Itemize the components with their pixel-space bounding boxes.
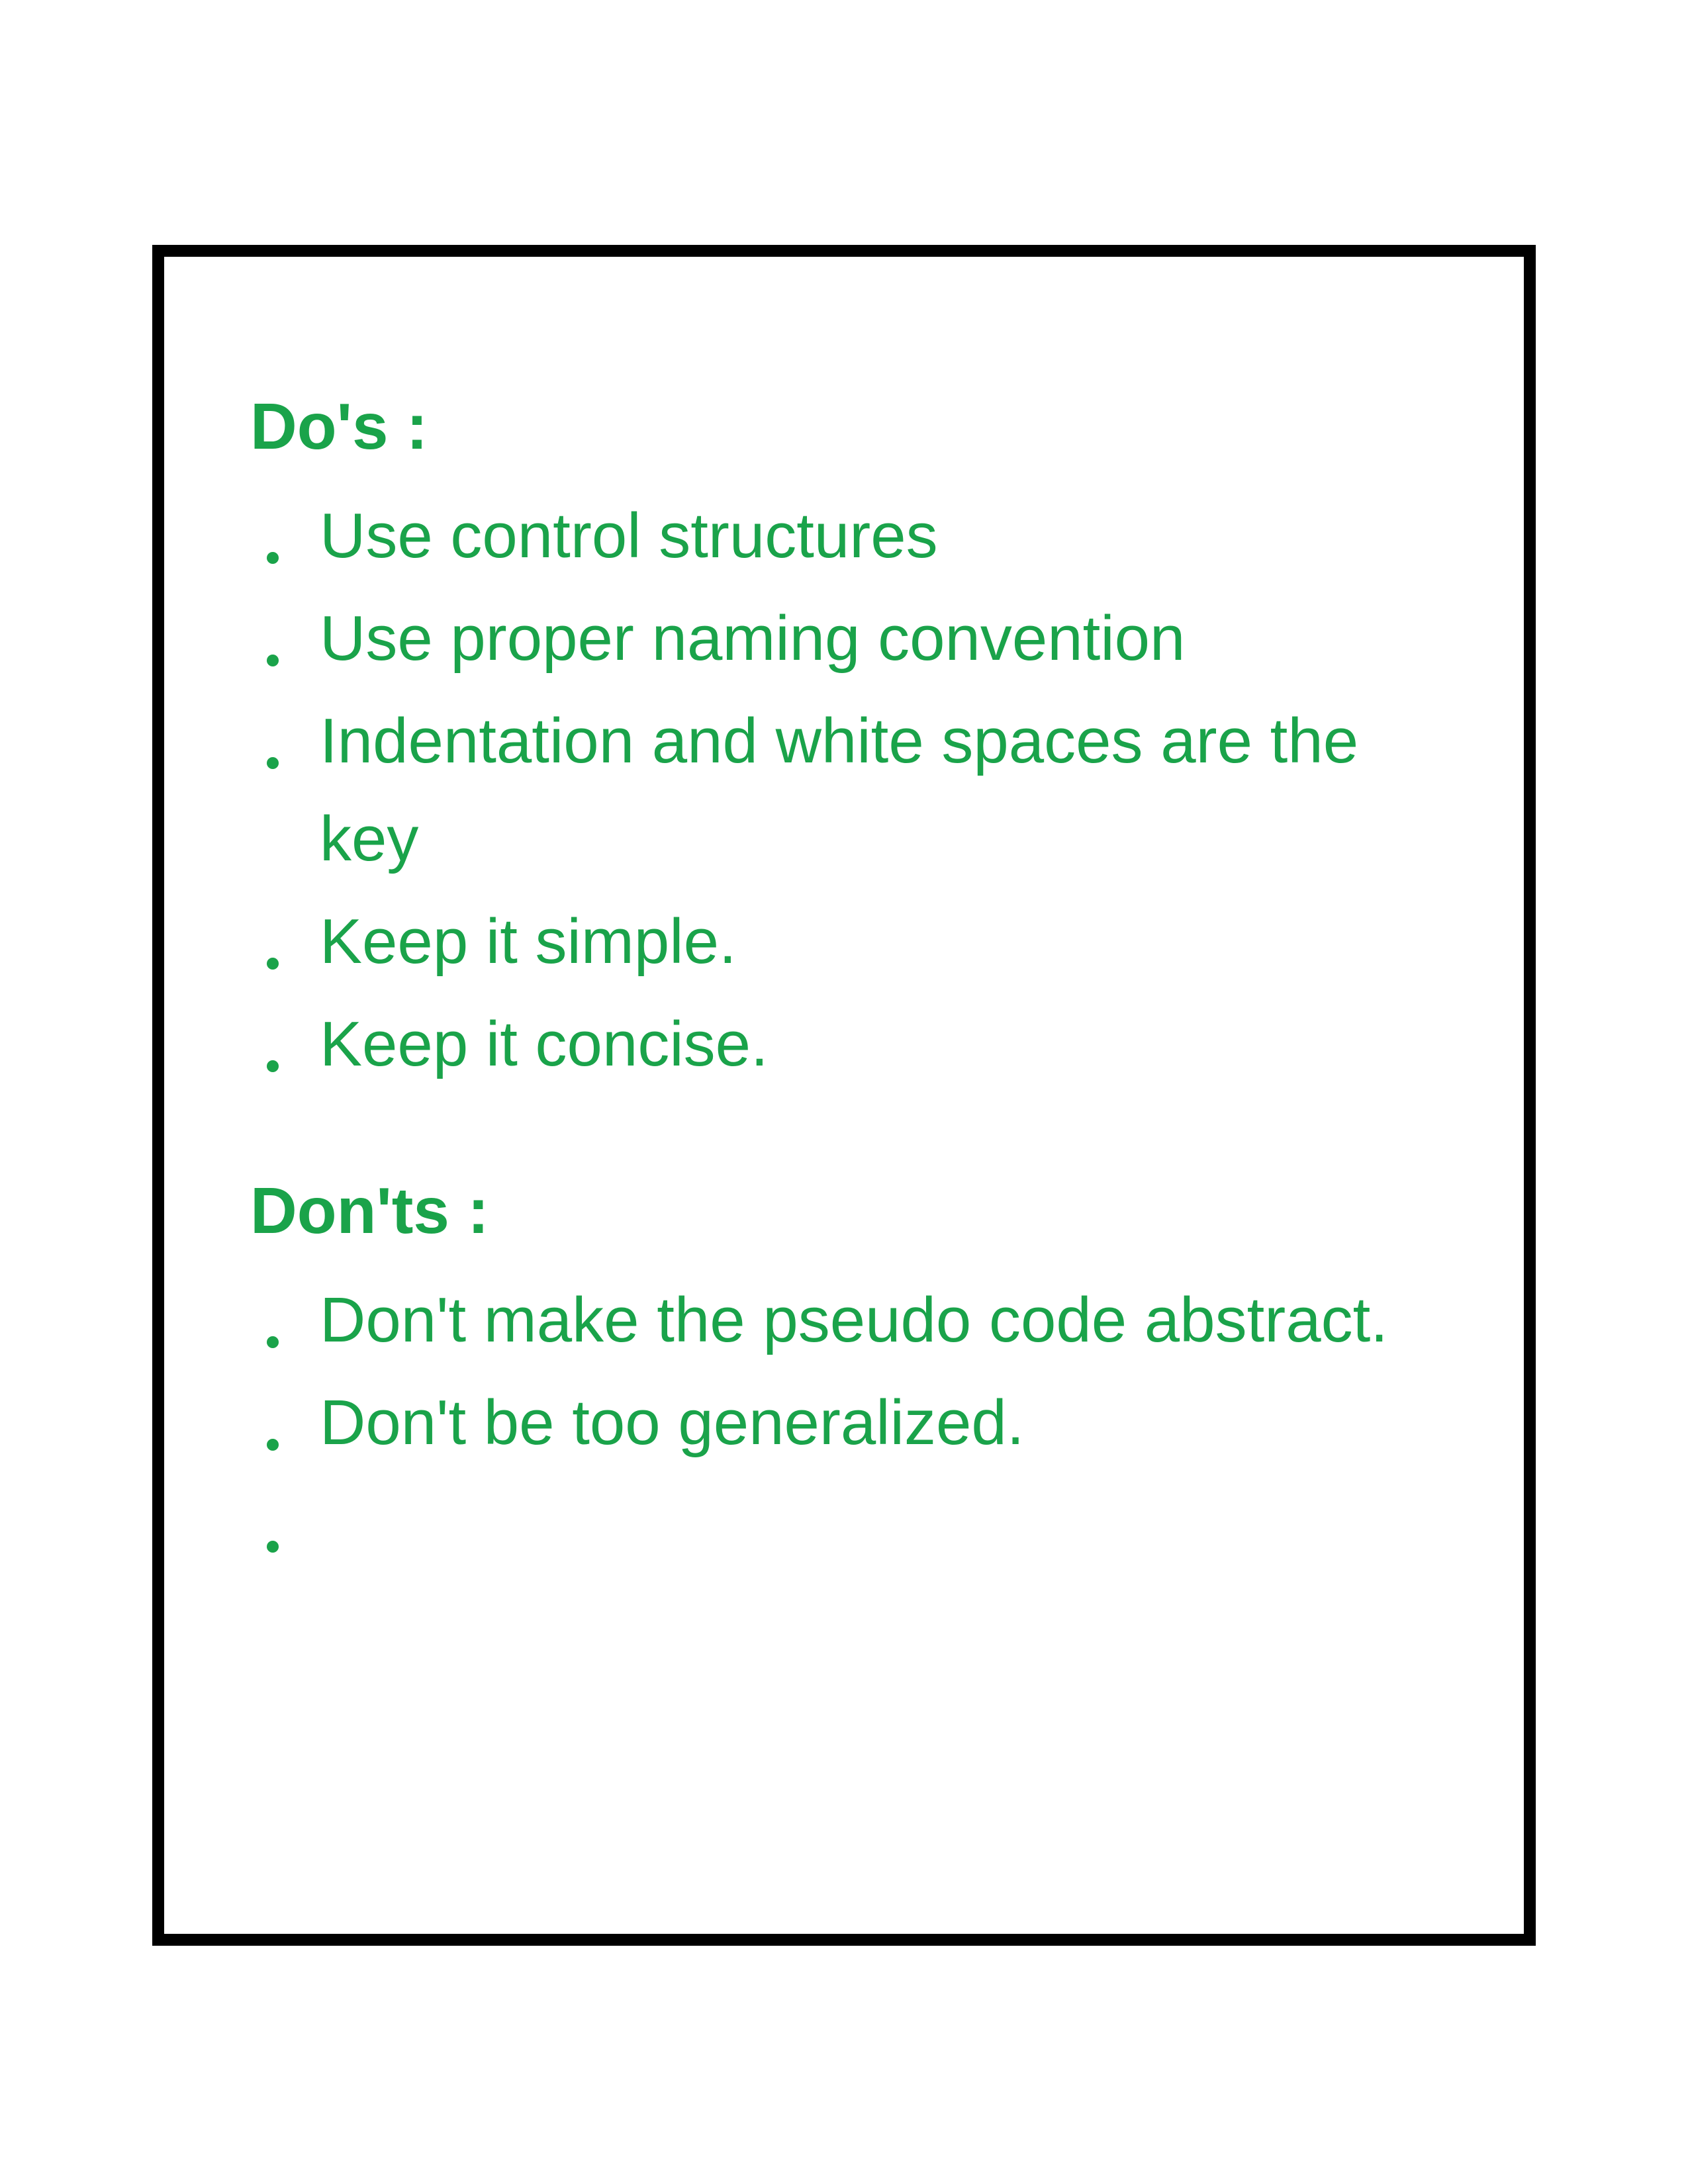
list-item: Don't be too generalized. (250, 1374, 1451, 1473)
content-frame: Do's : Use control structures Use proper… (152, 245, 1536, 1946)
list-item: Indentation and white spaces are the key (250, 692, 1451, 889)
list-item: Keep it concise. (250, 995, 1451, 1094)
dos-heading: Do's : (250, 389, 1451, 464)
dos-list: Use control structures Use proper naming… (250, 487, 1451, 1094)
list-item: Use control structures (250, 487, 1451, 586)
donts-heading: Don'ts : (250, 1173, 1451, 1248)
list-item: Don't make the pseudo code abstract. (250, 1271, 1451, 1370)
dos-section: Do's : Use control structures Use proper… (250, 389, 1451, 1094)
donts-list: Don't make the pseudo code abstract. Don… (250, 1271, 1451, 1473)
donts-section: Don'ts : Don't make the pseudo code abst… (250, 1173, 1451, 1473)
list-item: Keep it simple. (250, 893, 1451, 991)
list-item: Use proper naming convention (250, 590, 1451, 688)
